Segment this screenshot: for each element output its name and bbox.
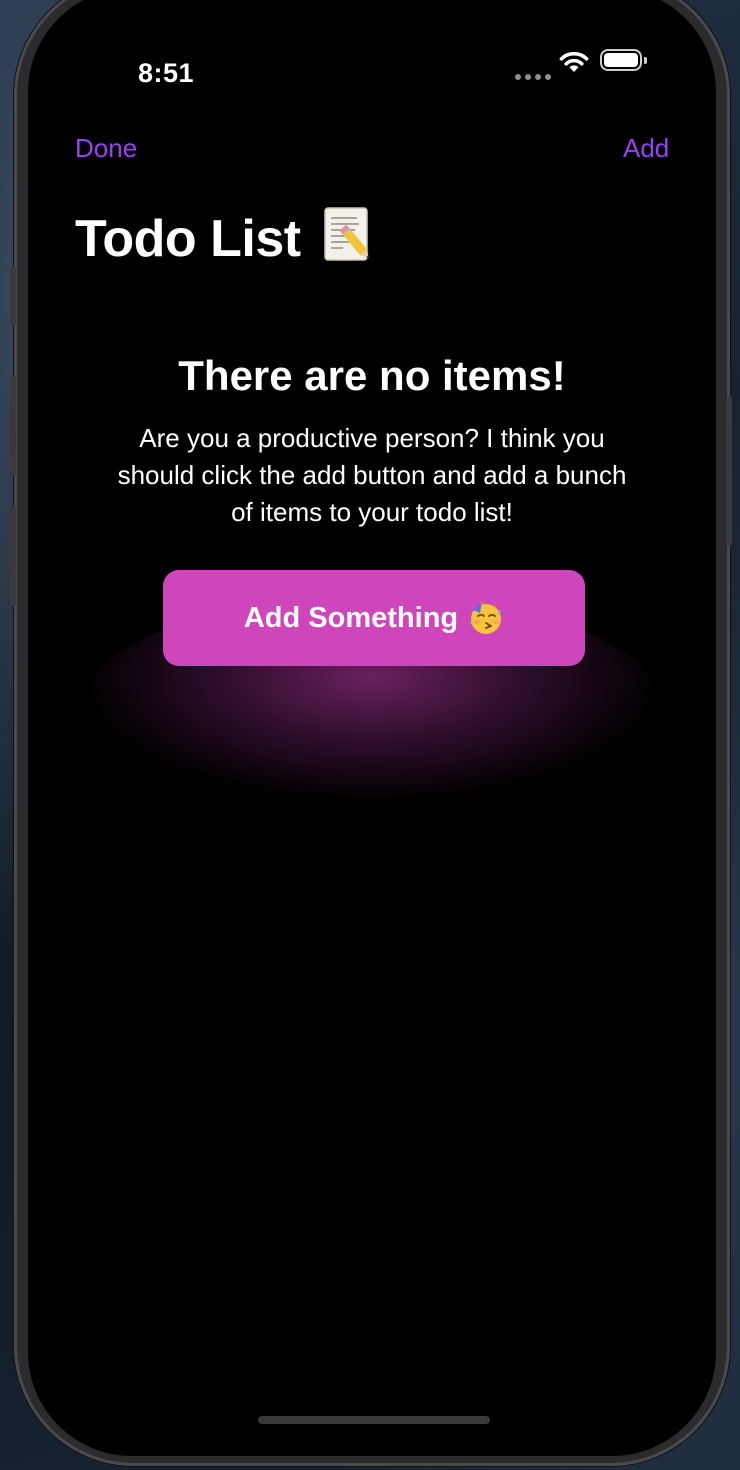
- empty-state-heading: There are no items!: [178, 352, 566, 399]
- battery-fill: [604, 53, 638, 67]
- empty-state-message: Are you a productive person? I think you…: [117, 423, 627, 527]
- app-screen: 8:51 Done Add Todo List There are no ite…: [28, 0, 716, 1456]
- add-something-label: Add Something: [243, 601, 459, 634]
- add-button[interactable]: Add: [623, 133, 669, 164]
- status-time: 8:51: [138, 58, 195, 88]
- memo-icon: [323, 207, 369, 261]
- mute-switch: [10, 266, 16, 326]
- done-button[interactable]: Done: [75, 133, 137, 164]
- volume-up-button: [10, 376, 16, 476]
- partying-face-icon: [470, 600, 502, 634]
- page-title-text: Todo List: [75, 210, 301, 268]
- power-button: [726, 396, 732, 546]
- add-something-button[interactable]: Add Something: [163, 570, 585, 666]
- volume-down-button: [10, 506, 16, 606]
- battery-icon: [600, 49, 647, 71]
- wifi-icon: [559, 51, 589, 72]
- page-title: Todo List: [75, 206, 373, 269]
- cellular-dots-icon: [515, 74, 551, 80]
- battery-nub: [644, 57, 647, 64]
- home-indicator[interactable]: [258, 1416, 490, 1424]
